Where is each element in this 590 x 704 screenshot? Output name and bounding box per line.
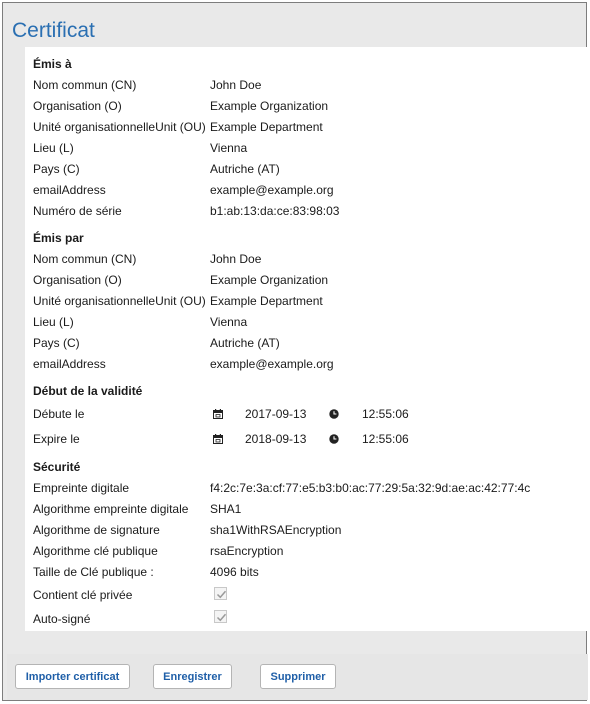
import-certificate-button[interactable]: Importer certificat xyxy=(15,664,130,689)
checkmark-icon xyxy=(216,613,227,622)
serial-number-label: Numéro de série xyxy=(33,204,122,218)
security-heading: Sécurité xyxy=(33,460,81,474)
signature-algorithm-label: Algorithme de signature xyxy=(33,523,160,537)
end-date-value: 2018-09-13 xyxy=(245,432,307,446)
issued-to-locality-value: Vienna xyxy=(210,141,248,155)
issued-by-email-value: example@example.org xyxy=(210,357,334,371)
issued-by-ou-label: Unité organisationnelleUnit (OU) xyxy=(33,294,206,308)
issued-by-email-label: emailAddress xyxy=(33,357,106,371)
end-time-value: 12:55:06 xyxy=(362,432,409,446)
issued-to-cn-value: John Doe xyxy=(210,78,262,92)
fingerprint-algorithm-label: Algorithme empreinte digitale xyxy=(33,502,189,516)
issued-to-heading: Émis à xyxy=(33,57,72,71)
issued-by-locality-value: Vienna xyxy=(210,315,248,329)
issued-by-cn-value: John Doe xyxy=(210,252,262,266)
issued-to-email-value: example@example.org xyxy=(210,183,334,197)
issued-to-country-value: Autriche (AT) xyxy=(210,162,280,176)
clock-icon xyxy=(329,433,339,444)
signature-algorithm-value: sha1WithRSAEncryption xyxy=(210,523,342,537)
issued-to-locality-label: Lieu (L) xyxy=(33,141,74,155)
issued-by-country-value: Autriche (AT) xyxy=(210,336,280,350)
clock-icon xyxy=(329,408,339,419)
fingerprint-label: Empreinte digitale xyxy=(33,481,130,495)
issued-to-cn-label: Nom commun (CN) xyxy=(33,78,137,92)
issued-by-org-label: Organisation (O) xyxy=(33,273,122,287)
public-key-algorithm-value: rsaEncryption xyxy=(210,544,284,558)
serial-number-value: b1:ab:13:da:ce:83:98:03 xyxy=(210,204,340,218)
delete-button[interactable]: Supprimer xyxy=(260,664,336,689)
has-private-key-label: Contient clé privée xyxy=(33,588,133,602)
button-bar: Importer certificat Enregistrer Supprime… xyxy=(7,654,588,700)
self-signed-checkbox[interactable] xyxy=(214,610,227,623)
validity-heading: Début de la validité xyxy=(33,384,143,398)
issued-by-org-value: Example Organization xyxy=(210,273,329,287)
page-title: Certificat xyxy=(12,19,95,42)
issued-by-locality-label: Lieu (L) xyxy=(33,315,74,329)
calendar-icon xyxy=(213,433,223,444)
save-button[interactable]: Enregistrer xyxy=(153,664,232,689)
fingerprint-algorithm-value: SHA1 xyxy=(210,502,242,516)
issued-by-ou-value: Example Department xyxy=(210,294,323,308)
issued-to-ou-value: Example Department xyxy=(210,120,323,134)
issued-to-ou-label: Unité organisationnelleUnit (OU) xyxy=(33,120,206,134)
issued-to-org-value: Example Organization xyxy=(210,99,329,113)
start-date-label: Débute le xyxy=(33,407,85,421)
issued-to-email-label: emailAddress xyxy=(33,183,106,197)
issued-by-country-label: Pays (C) xyxy=(33,336,80,350)
issued-by-cn-label: Nom commun (CN) xyxy=(33,252,137,266)
checkmark-icon xyxy=(216,590,227,599)
start-time-value: 12:55:06 xyxy=(362,407,409,421)
issued-to-org-label: Organisation (O) xyxy=(33,99,122,113)
issued-by-heading: Émis par xyxy=(33,231,84,245)
end-date-label: Expire le xyxy=(33,432,80,446)
self-signed-label: Auto-signé xyxy=(33,612,91,626)
calendar-icon xyxy=(213,408,223,419)
start-date-value: 2017-09-13 xyxy=(245,407,307,421)
public-key-algorithm-label: Algorithme clé publique xyxy=(33,544,158,558)
has-private-key-checkbox[interactable] xyxy=(214,587,227,600)
certificate-details-panel: Émis à Nom commun (CN) John Doe Organisa… xyxy=(25,47,587,631)
certificate-window: Certificat Émis à Nom commun (CN) John D… xyxy=(2,2,588,701)
public-key-size-value: 4096 bits xyxy=(210,565,259,579)
fingerprint-value: f4:2c:7e:3a:cf:77:e5:b3:b0:ac:77:29:5a:3… xyxy=(210,481,531,495)
public-key-size-label: Taille de Clé publique : xyxy=(33,565,154,579)
issued-to-country-label: Pays (C) xyxy=(33,162,80,176)
